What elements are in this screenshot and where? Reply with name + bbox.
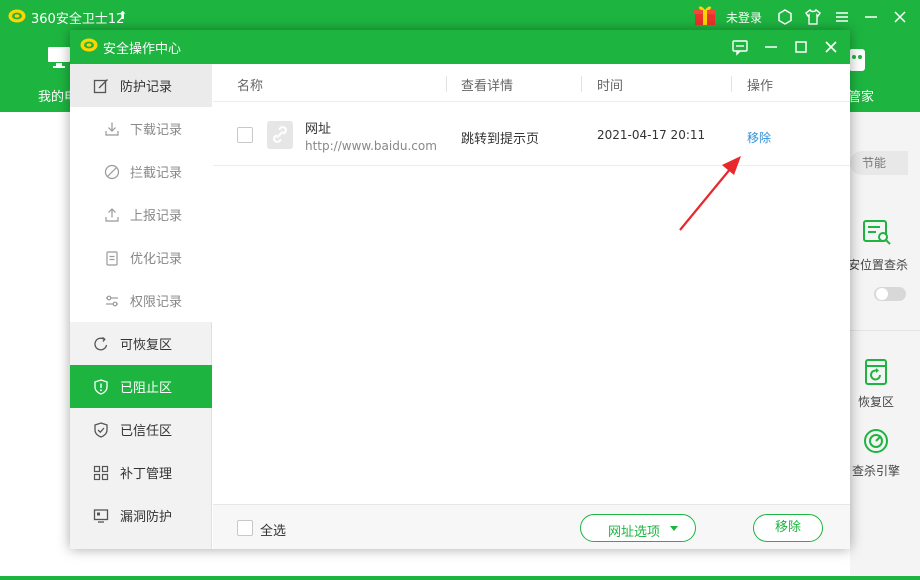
- refresh-icon: [94, 336, 108, 350]
- dialog-title: 安全操作中心: [103, 42, 182, 57]
- sidebar-item-label: 已阻止区: [120, 381, 173, 396]
- sidebar-item-recoverable[interactable]: 可恢复区: [70, 322, 212, 365]
- sliders-icon: [106, 295, 118, 306]
- menu-icon[interactable]: [833, 8, 851, 26]
- dialog-minimize-icon[interactable]: [762, 38, 780, 56]
- gift-icon[interactable]: [693, 4, 717, 26]
- app-title: 360安全卫士12: [31, 12, 125, 27]
- minimize-icon[interactable]: [862, 8, 880, 26]
- restore-zone-label[interactable]: 恢复区: [858, 393, 894, 410]
- table-header: 名称 查看详情 时间 操作: [213, 64, 850, 102]
- sidebar-item-permission-log[interactable]: 权限记录: [70, 279, 212, 322]
- column-header-action: 操作: [747, 79, 774, 94]
- sidebar-item-optimize-log[interactable]: 优化记录: [70, 236, 212, 279]
- power-save-tab[interactable]: 节能: [850, 151, 908, 175]
- url-options-button[interactable]: 网址选项: [580, 514, 696, 542]
- restore-zone-icon[interactable]: [864, 358, 888, 386]
- feedback-icon[interactable]: [731, 38, 749, 56]
- dialog-footer: 全选 网址选项 移除: [213, 504, 850, 549]
- column-divider: [446, 76, 447, 92]
- row-name: 网址: [305, 122, 332, 137]
- sidebar-item-vulnerability-protection[interactable]: 漏洞防护: [70, 494, 212, 537]
- sidebar-item-label: 可恢复区: [120, 338, 173, 353]
- sidebar-item-download-log[interactable]: 下载记录: [70, 107, 212, 150]
- sidebar-item-protection-log[interactable]: 防护记录: [70, 64, 212, 107]
- row-time: 2021-04-17 20:11: [597, 128, 706, 142]
- right-function-panel: [850, 112, 920, 580]
- monitor-icon: [93, 508, 109, 523]
- remove-button[interactable]: 移除: [753, 514, 823, 542]
- close-icon[interactable]: [891, 8, 909, 26]
- bottom-strip: [0, 576, 920, 580]
- dialog-maximize-icon[interactable]: [792, 38, 810, 56]
- shield-check-icon: [94, 421, 108, 438]
- dialog-close-icon[interactable]: [822, 38, 840, 56]
- upload-icon: [105, 207, 119, 222]
- scan-engine-icon[interactable]: [863, 428, 889, 454]
- select-all-checkbox[interactable]: [237, 520, 253, 536]
- grid-icon: [93, 465, 109, 480]
- column-divider: [581, 76, 582, 92]
- security-center-dialog: 安全操作中心 防护记录 下载记录 拦截记录 上报记录 优化记录 权限记录 可恢复…: [70, 30, 850, 549]
- panel-divider: [850, 330, 920, 331]
- column-header-time: 时间: [597, 79, 624, 94]
- download-icon: [105, 122, 119, 136]
- row-url: http://www.baidu.com: [305, 139, 437, 153]
- chevron-down-icon: [670, 526, 678, 531]
- link-icon: [267, 121, 293, 149]
- sidebar-item-label: 权限记录: [130, 295, 183, 310]
- app-logo-icon: [8, 9, 26, 23]
- select-all-label[interactable]: 全选: [260, 520, 286, 539]
- sidebar-item-patch-management[interactable]: 补丁管理: [70, 451, 212, 494]
- sidebar-item-label: 已信任区: [120, 424, 173, 439]
- edit-icon: [93, 78, 108, 93]
- skin-shirt-icon[interactable]: [804, 8, 822, 26]
- shield-alert-icon: [94, 378, 108, 395]
- sidebar-item-report-log[interactable]: 上报记录: [70, 193, 212, 236]
- blocked-list: 名称 查看详情 时间 操作 网址 http://www.baidu.com 跳转…: [213, 64, 850, 504]
- column-header-detail: 查看详情: [461, 79, 514, 94]
- sidebar-item-label: 下载记录: [130, 123, 183, 138]
- clipboard-icon: [106, 250, 118, 266]
- dialog-sidebar: 防护记录 下载记录 拦截记录 上报记录 优化记录 权限记录 可恢复区 已阻止区 …: [70, 64, 212, 549]
- location-scan-label[interactable]: 安位置查杀: [848, 256, 908, 273]
- settings-hex-icon[interactable]: [776, 8, 794, 26]
- nav-software-manager[interactable]: 管家: [848, 86, 874, 105]
- sidebar-item-label: 补丁管理: [120, 467, 173, 482]
- table-row[interactable]: 网址 http://www.baidu.com 跳转到提示页 2021-04-1…: [213, 102, 850, 166]
- sidebar-item-label: 防护记录: [120, 80, 173, 95]
- dialog-titlebar[interactable]: 安全操作中心: [70, 30, 850, 64]
- location-scan-icon[interactable]: [862, 218, 892, 246]
- row-remove-link[interactable]: 移除: [747, 129, 771, 146]
- sidebar-item-label: 漏洞防护: [120, 510, 173, 525]
- sidebar-item-label: 上报记录: [130, 209, 183, 224]
- computer-icon[interactable]: [46, 44, 72, 70]
- sidebar-item-label: 优化记录: [130, 252, 183, 267]
- toggle-knob: [876, 288, 888, 300]
- column-header-name: 名称: [237, 79, 264, 94]
- url-options-label: 网址选项: [608, 525, 661, 540]
- block-icon: [104, 164, 120, 179]
- sidebar-item-block-log[interactable]: 拦截记录: [70, 150, 212, 193]
- sidebar-item-trusted[interactable]: 已信任区: [70, 408, 212, 451]
- column-divider: [731, 76, 732, 92]
- sidebar-item-blocked[interactable]: 已阻止区: [70, 365, 212, 408]
- dialog-logo-icon: [80, 38, 98, 52]
- sidebar-item-label: 拦截记录: [130, 166, 183, 181]
- row-detail: 跳转到提示页: [461, 132, 540, 147]
- login-status[interactable]: 未登录: [726, 9, 762, 26]
- upgrade-arrow-icon[interactable]: ⬆: [118, 9, 127, 22]
- row-checkbox[interactable]: [237, 127, 253, 143]
- scan-engine-label[interactable]: 查杀引擎: [852, 462, 900, 479]
